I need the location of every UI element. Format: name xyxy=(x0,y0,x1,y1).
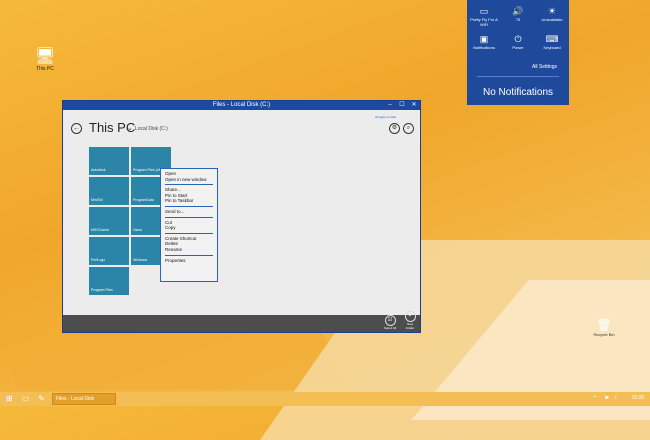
menu-item-send-to[interactable]: Send to... xyxy=(165,209,213,215)
menu-item-properties[interactable]: Properties xyxy=(165,258,213,264)
taskbar-item-files[interactable]: Files - Local Disk xyxy=(52,393,116,405)
folder-tile[interactable]: MinGW xyxy=(89,177,129,205)
divider xyxy=(477,76,559,77)
taskbar: ⊞ ▭ ✎ Files - Local Disk ⌃ ⚑ ♪ 15:00 xyxy=(0,392,650,406)
menu-item-copy[interactable]: Copy xyxy=(165,225,213,231)
quick-action-keyboard[interactable]: ⌨ Keyboard xyxy=(535,34,569,62)
brightness-icon: ☀ xyxy=(547,6,557,16)
location-label: Local Disk (C:) xyxy=(135,126,168,132)
folder-tile[interactable]: MSOCache xyxy=(89,207,129,235)
minimize-button[interactable]: – xyxy=(386,101,394,110)
settings-button[interactable]: ⚙ xyxy=(389,123,400,134)
maximize-button[interactable]: ☐ xyxy=(398,101,406,110)
window-titlebar[interactable]: Files - Local Disk (C:) – ☐ ✕ xyxy=(63,101,420,110)
menu-separator xyxy=(165,184,213,186)
flag-icon[interactable]: ⚑ xyxy=(604,395,609,402)
menu-separator xyxy=(165,232,213,234)
desktop-icon-label: Recycle Bin xyxy=(593,332,615,337)
new-folder-button[interactable]: + New Folder xyxy=(403,311,417,330)
gear-icon: ⚙ xyxy=(391,125,398,131)
context-menu: Open Open in new window Share... Pin to … xyxy=(160,168,218,282)
app-bar: ☑ Select All + New Folder xyxy=(63,311,420,332)
menu-item-pin-taskbar[interactable]: Pin to Taskbar xyxy=(165,198,213,204)
start-icon[interactable]: ⊞ xyxy=(6,394,13,404)
menu-separator xyxy=(165,254,213,256)
notifications-icon: ▣ xyxy=(479,34,489,44)
network-icon: ▭ xyxy=(479,6,489,16)
close-button[interactable]: ✕ xyxy=(410,101,418,110)
folder-tile[interactable]: PerfLogs xyxy=(89,237,129,265)
power-icon: ⏻ xyxy=(514,34,522,44)
back-arrow-icon: ← xyxy=(73,125,80,132)
chevron-up-icon[interactable]: ⌃ xyxy=(592,395,597,402)
search-button[interactable]: ⌕ xyxy=(403,123,414,134)
menu-item-rename[interactable]: Rename xyxy=(165,247,213,253)
search-icon: ⌕ xyxy=(406,125,411,131)
quick-action-power[interactable]: ⏻ Power xyxy=(501,34,535,62)
new-folder-icon: + xyxy=(404,311,416,322)
volume-icon: 🔊 xyxy=(512,6,524,16)
folder-icon[interactable]: ▭ xyxy=(22,394,30,404)
menu-separator xyxy=(165,205,213,207)
no-notifications-message: No Notifications xyxy=(482,87,554,98)
computer-icon: 🖥 xyxy=(34,48,56,65)
desktop-icon-label: This PC xyxy=(36,66,54,72)
window-controls: – ☐ ✕ xyxy=(386,101,418,110)
recycle-bin-icon: 🗑 xyxy=(596,318,612,332)
window-title: Files - Local Disk (C:) xyxy=(212,102,271,108)
folder-tile[interactable]: Autodesk xyxy=(89,147,129,175)
back-button[interactable]: ← xyxy=(71,123,82,134)
quick-actions: ▭ Pretty Fly For A WiFi 🔊 75 ☀ Unavailab… xyxy=(467,6,569,62)
keyboard-icon: ⌨ xyxy=(545,34,559,44)
quick-action-notifications[interactable]: ▣ Notifications xyxy=(467,34,501,62)
all-apps-link[interactable]: All apps on disk xyxy=(375,115,396,119)
pen-icon[interactable]: ✎ xyxy=(38,394,45,404)
action-center: ▭ Pretty Fly For A WiFi 🔊 75 ☀ Unavailab… xyxy=(467,0,569,105)
volume-icon[interactable]: ♪ xyxy=(614,395,617,401)
desktop-icon-recycle-bin[interactable]: 🗑 Recycle Bin xyxy=(593,318,615,337)
quick-action-brightness[interactable]: ☀ Unavailable xyxy=(535,6,569,34)
select-all-icon: ☑ xyxy=(384,315,396,326)
select-all-button[interactable]: ☑ Select All xyxy=(383,315,397,330)
chevron-down-icon[interactable]: ⌄ xyxy=(127,124,133,132)
folder-tile[interactable]: Program Files xyxy=(89,267,129,295)
clock[interactable]: 15:00 xyxy=(631,395,644,401)
desktop-icon-this-pc[interactable]: 🖥 This PC xyxy=(25,48,65,72)
menu-item-open-new-window[interactable]: Open in new window xyxy=(165,177,213,183)
all-settings-link[interactable]: All Settings xyxy=(532,64,557,70)
quick-action-network[interactable]: ▭ Pretty Fly For A WiFi xyxy=(467,6,501,34)
files-window: Files - Local Disk (C:) – ☐ ✕ ← This PC … xyxy=(62,100,421,333)
menu-separator xyxy=(165,216,213,218)
quick-action-volume[interactable]: 🔊 75 xyxy=(501,6,535,34)
